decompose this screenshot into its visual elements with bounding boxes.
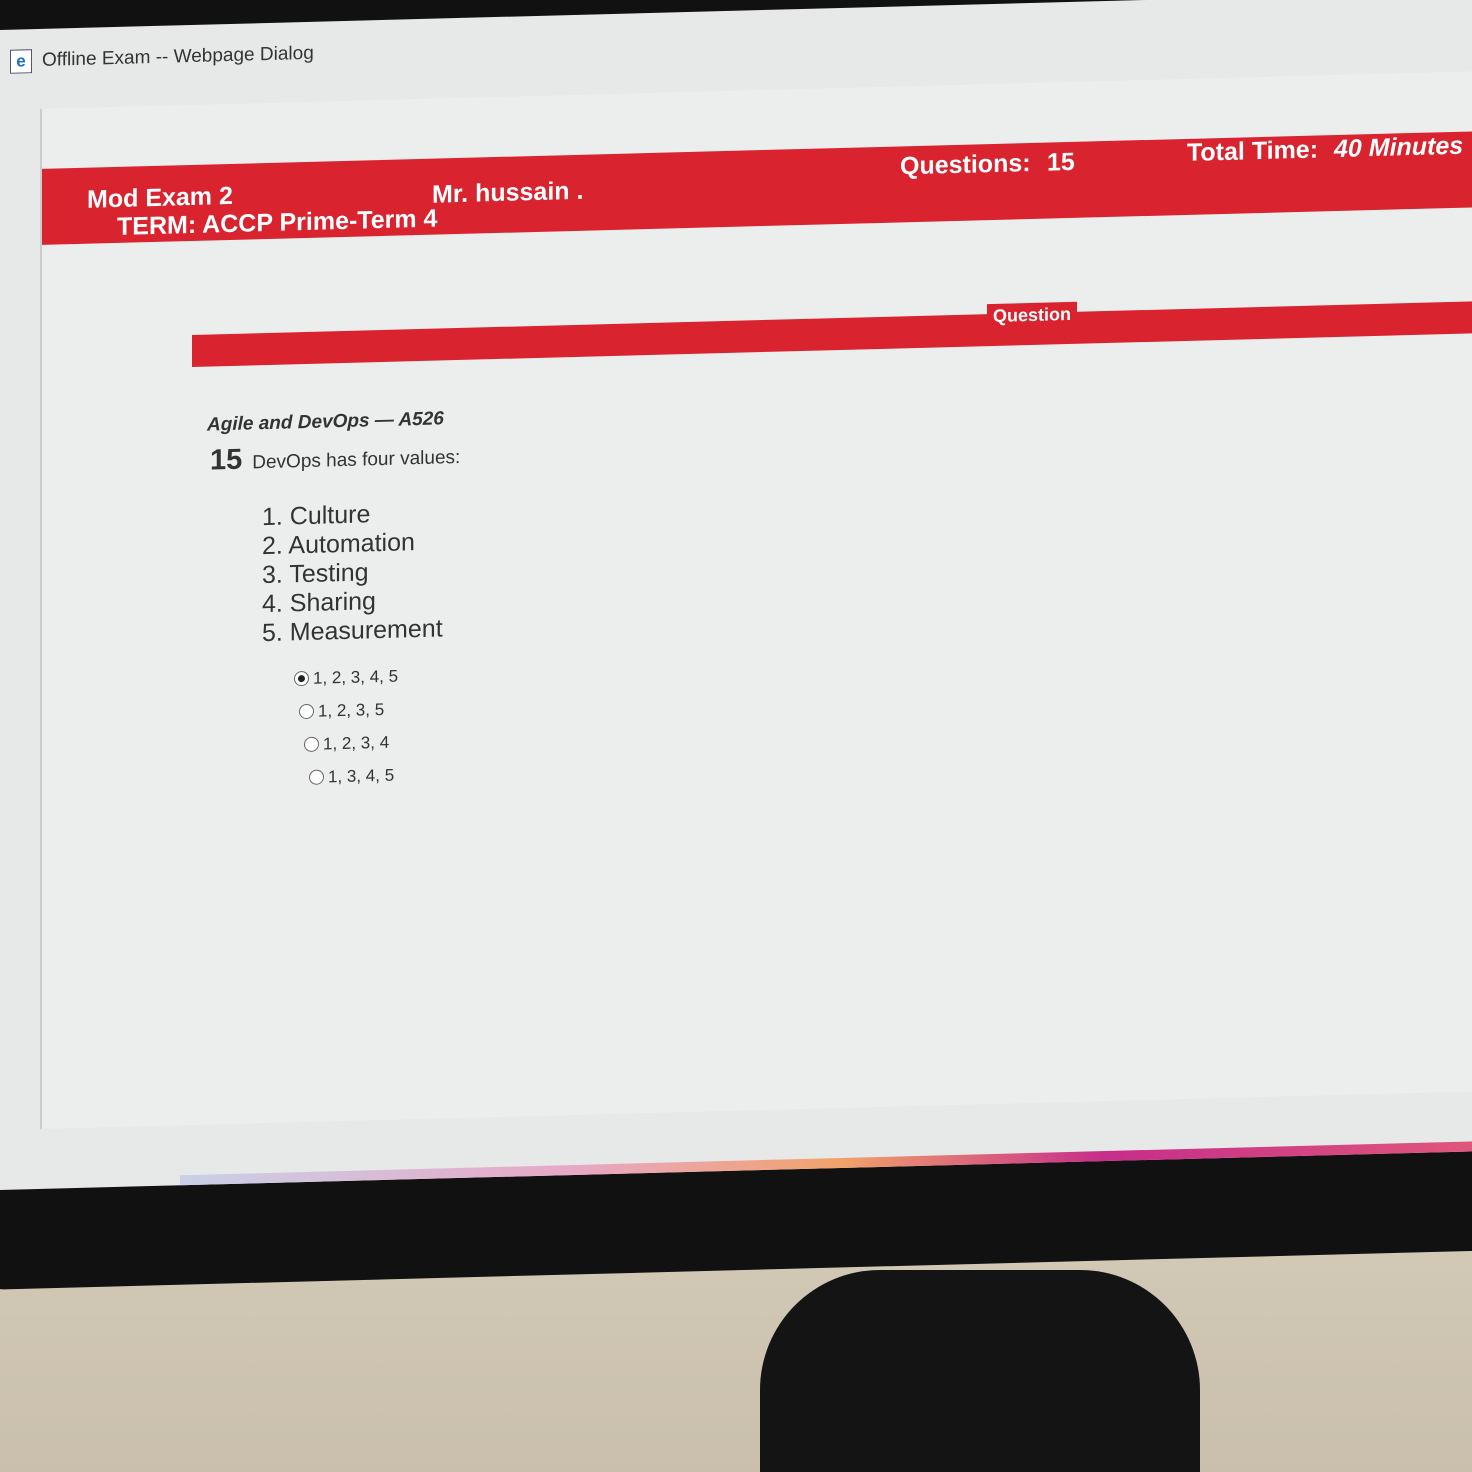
answer-option[interactable]: 1, 2, 3, 4, 5 [294,660,398,696]
question-text: DevOps has four values: [252,446,461,474]
answer-option-label: 1, 2, 3, 5 [318,699,385,721]
question-item: 2. Automation [262,528,415,561]
answer-option-label: 1, 2, 3, 4, 5 [313,666,399,688]
question-items: 1. Culture 2. Automation 3. Testing 4. S… [262,498,443,648]
questions-label: Questions: [900,149,1031,181]
radio-icon[interactable] [304,736,319,753]
ie-icon: e [10,49,32,74]
window-titlebar: e Offline Exam -- Webpage Dialog [10,34,314,82]
question-item: 4. Sharing [262,587,376,619]
question-number: 15 [210,443,243,477]
radio-icon[interactable] [309,769,324,785]
answer-option[interactable]: 1, 3, 4, 5 [309,759,398,794]
question-bar-label: Question [987,301,1078,330]
time-label: Total Time: [1187,135,1319,167]
time-value: 40 Minutes [1334,131,1464,164]
answer-option-label: 1, 3, 4, 5 [328,765,395,786]
exam-content: Mod Exam 2 TERM: ACCP Prime-Term 4 Mr. h… [40,70,1472,1129]
question-item: 3. Testing [262,558,369,590]
question-line: 15 DevOps has four values: [210,438,460,478]
screen: e Offline Exam -- Webpage Dialog Mod Exa… [0,0,1472,1191]
question-subject: Agile and DevOps — A526 [207,408,444,436]
window-title: Offline Exam -- Webpage Dialog [42,42,314,71]
exam-header: Mod Exam 2 TERM: ACCP Prime-Term 4 Mr. h… [42,131,1472,245]
radio-icon[interactable] [299,703,314,720]
radio-selected-icon[interactable] [294,670,309,687]
answer-option-label: 1, 2, 3, 4 [323,732,390,754]
instructor-name: Mr. hussain . [432,176,584,209]
question-item: 1. Culture [262,500,371,532]
answer-option[interactable]: 1, 2, 3, 5 [299,693,398,729]
question-bar: Question [192,300,1472,367]
answer-options: 1, 2, 3, 4, 5 1, 2, 3, 5 1, 2, 3, 4 1, 3… [294,660,398,795]
question-item: 5. Measurement [262,614,443,648]
answer-option[interactable]: 1, 2, 3, 4 [304,726,398,761]
monitor-stand [760,1270,1200,1472]
questions-count: 15 [1047,147,1075,177]
